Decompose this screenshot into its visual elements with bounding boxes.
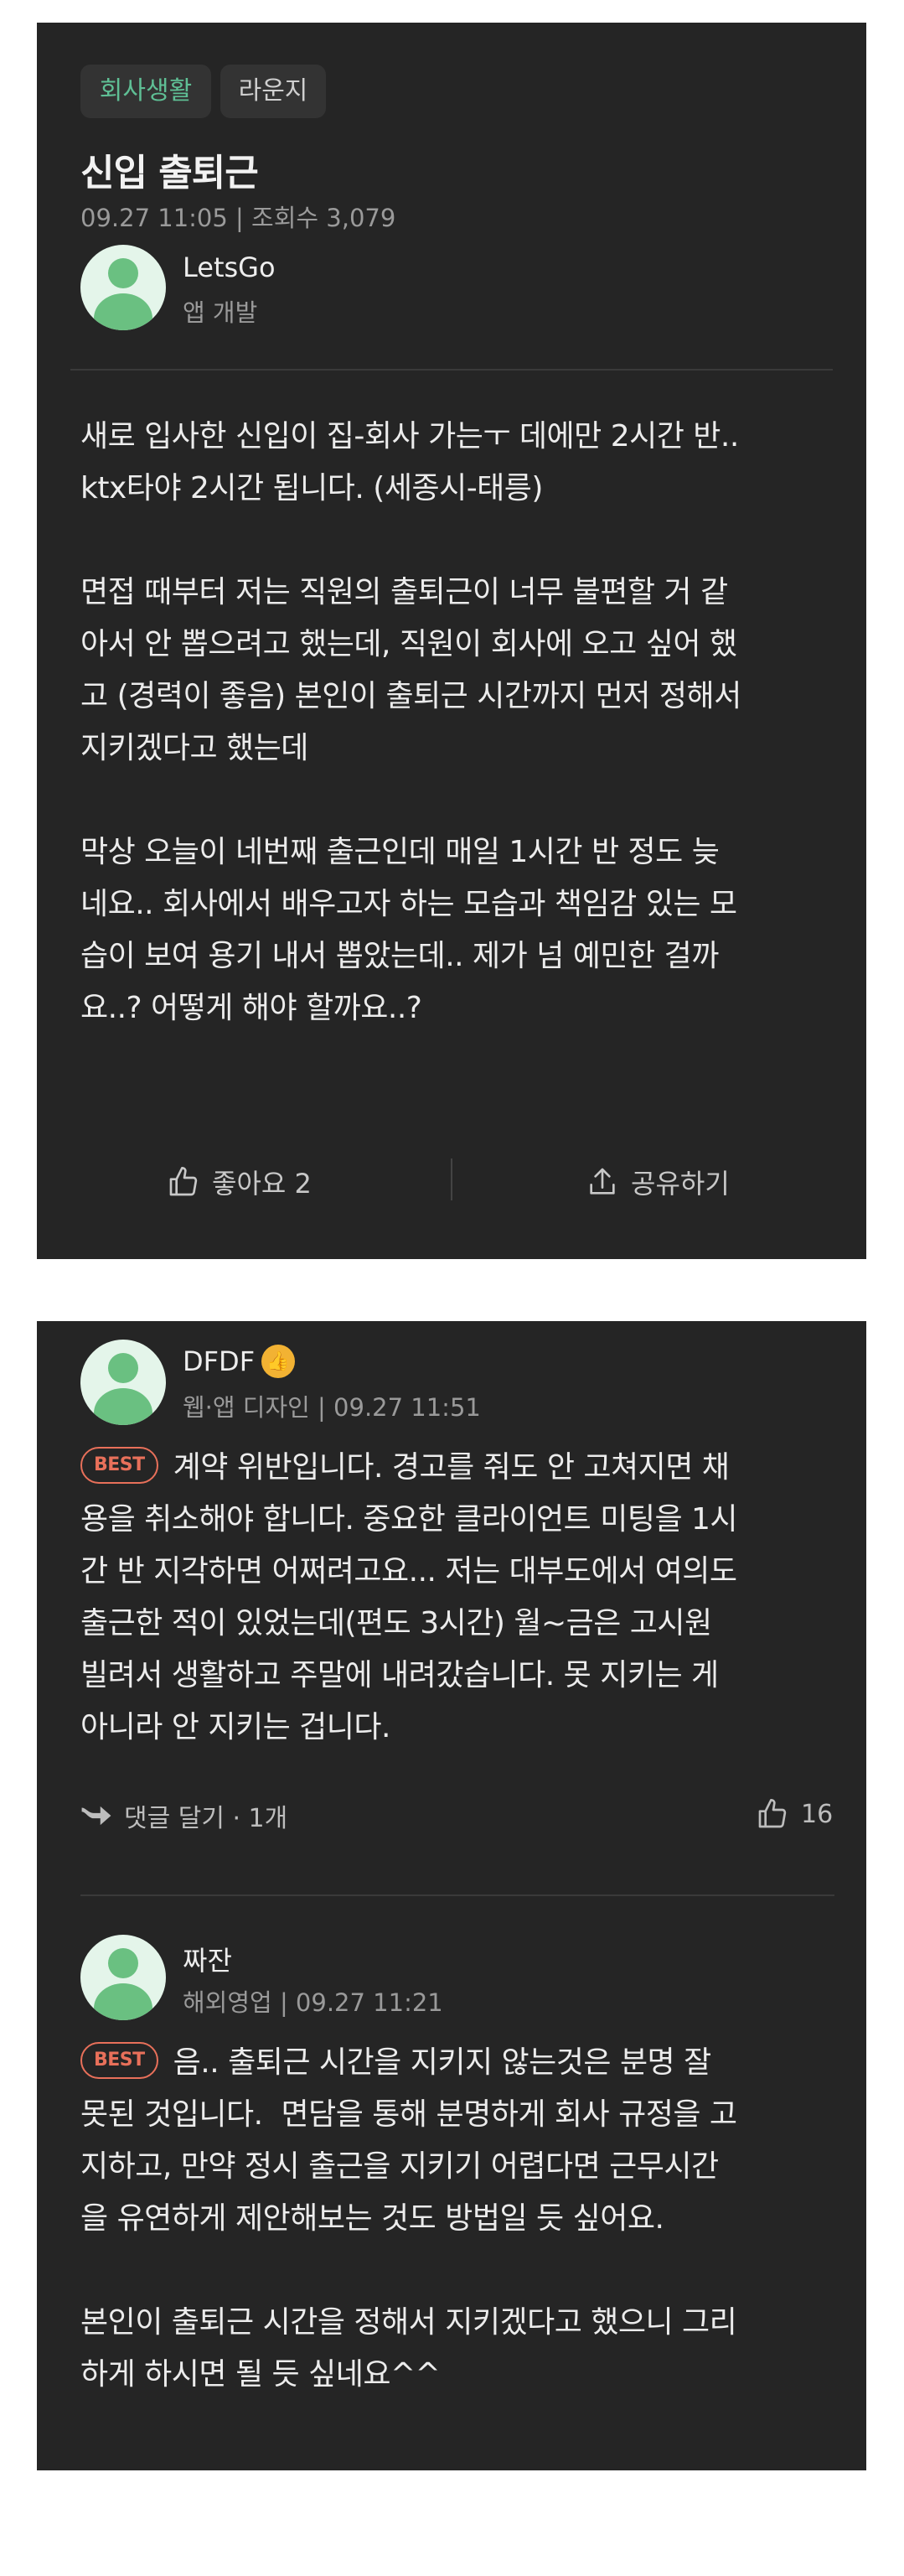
divider: [70, 369, 833, 371]
share-label: 공유하기: [631, 1168, 730, 1200]
comment-text: 음.. 출퇴근 시간을 지키지 않는것은 분명 잘 못된 것입니다. 면담을 통…: [80, 2045, 737, 2392]
avatar-head: [108, 1353, 138, 1383]
comment-body: BEST 음.. 출퇴근 시간을 지키지 않는것은 분명 잘 못된 것입니다. 면…: [80, 2037, 834, 2401]
share-button[interactable]: 공유하기: [586, 1163, 730, 1201]
avatar-head: [108, 258, 138, 288]
divider: [80, 1894, 834, 1896]
best-badge: BEST: [80, 2042, 158, 2079]
post-card: 회사생활 라운지 신입 출퇴근 09.27 11:05 | 조회수 3,079 …: [37, 23, 866, 1259]
thumbs-up-badge-icon: 👍: [261, 1345, 296, 1378]
comment-author[interactable]: 짜잔: [183, 1940, 232, 1978]
like-label: 좋아요 2: [212, 1168, 312, 1200]
like-button[interactable]: 좋아요 2: [167, 1163, 312, 1201]
avatar[interactable]: [80, 1935, 166, 2020]
category-tag[interactable]: 회사생활: [80, 65, 211, 118]
thumbs-up-icon: [169, 1167, 198, 1196]
avatar-body: [94, 1983, 152, 2020]
comment-like-count: 16: [801, 1799, 834, 1829]
comments-card: DFDF 👍 웹·앱 디자인 | 09.27 11:51 BEST 계약 위반입니…: [37, 1321, 866, 2470]
comment-author[interactable]: DFDF: [183, 1345, 255, 1377]
share-icon: [590, 1168, 615, 1195]
reply-label: 댓글 달기 · 1개: [124, 1804, 288, 1833]
comment-like-button[interactable]: 16: [756, 1797, 833, 1831]
board-tag[interactable]: 라운지: [220, 65, 326, 118]
avatar[interactable]: [80, 1340, 166, 1425]
reply-button[interactable]: 댓글 달기 · 1개: [80, 1797, 287, 1834]
avatar-body: [94, 1388, 152, 1425]
post-title: 신입 출퇴근: [80, 152, 259, 194]
author-dept: 앱 개발: [183, 298, 258, 327]
action-separator: [451, 1158, 452, 1200]
best-badge: BEST: [80, 1447, 158, 1484]
avatar[interactable]: [80, 245, 166, 330]
avatar-body: [94, 293, 152, 330]
comment-meta: 웹·앱 디자인 | 09.27 11:51: [183, 1393, 481, 1422]
post-meta: 09.27 11:05 | 조회수 3,079: [80, 204, 396, 232]
reply-arrow-icon: [81, 1806, 111, 1826]
avatar-head: [108, 1948, 138, 1978]
post-body: 새로 입사한 신입이 집-회사 가는ㅜ 데에만 2시간 반.. ktx타야 2시…: [80, 419, 741, 1025]
comment-text: 계약 위반입니다. 경고를 줘도 안 고쳐지면 채 용을 취소해야 합니다. 중…: [80, 1450, 738, 1744]
author-name[interactable]: LetsGo: [183, 251, 276, 283]
comment-author-row: DFDF 👍: [183, 1345, 296, 1378]
comment-meta: 해외영업 | 09.27 11:21: [183, 1988, 443, 2017]
thumbs-up-icon: [758, 1799, 787, 1828]
comment-body: BEST 계약 위반입니다. 경고를 줘도 안 고쳐지면 채 용을 취소해야 합니…: [80, 1442, 834, 1754]
